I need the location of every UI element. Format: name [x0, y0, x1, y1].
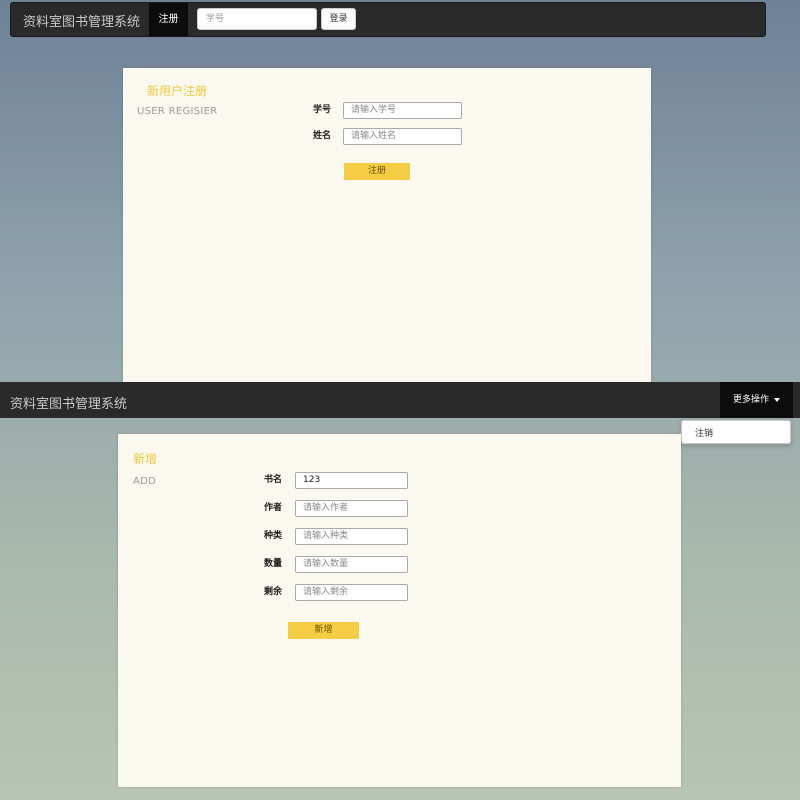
form-row-name: 姓名 请输入姓名: [123, 128, 651, 146]
author-field[interactable]: 请输入作者: [295, 500, 408, 517]
login-button[interactable]: 登录: [321, 8, 356, 30]
menu-item-logout[interactable]: 注销: [695, 426, 713, 439]
student-id-input[interactable]: 学号: [197, 8, 317, 30]
form-row-author: 作者 请输入作者: [118, 500, 681, 518]
quantity-field[interactable]: 请输入数量: [295, 556, 408, 573]
form-row-category: 种类 请输入种类: [118, 528, 681, 546]
field-label: 姓名: [312, 131, 331, 141]
register-screen: 资料室图书管理系统 注册 学号 登录 新用户注册 USER REGISIER 学…: [0, 0, 800, 382]
category-field[interactable]: 请输入种类: [295, 528, 408, 545]
dropdown-label: 更多操作: [732, 395, 769, 405]
form-row-quantity: 数量 请输入数量: [118, 556, 681, 574]
register-panel: 新用户注册 USER REGISIER 学号 请输入学号 姓名 请输入姓名 注册: [123, 68, 651, 382]
nav-tab-register[interactable]: 注册: [149, 3, 188, 36]
register-button[interactable]: 注册: [344, 163, 410, 180]
field-label: 书名: [263, 475, 282, 485]
dropdown-menu: 注销: [681, 420, 791, 444]
panel-title: 新用户注册: [147, 84, 208, 98]
field-label: 数量: [263, 559, 282, 569]
field-label: 种类: [263, 531, 282, 541]
top-navbar: 资料室图书管理系统 更多操作: [0, 382, 800, 418]
book-name-field[interactable]: 123: [295, 472, 408, 489]
more-actions-dropdown[interactable]: 更多操作: [720, 382, 793, 418]
app-brand[interactable]: 资料室图书管理系统: [10, 393, 127, 412]
add-book-screen: 资料室图书管理系统 更多操作 注销 新增 ADD 书名 123 作者 请输入作者…: [0, 382, 800, 800]
remaining-field[interactable]: 请输入剩余: [295, 584, 408, 601]
form-row-book-name: 书名 123: [118, 472, 681, 490]
field-label: 作者: [263, 503, 282, 513]
app-brand[interactable]: 资料室图书管理系统: [23, 11, 140, 30]
add-button[interactable]: 新增: [288, 622, 359, 639]
top-navbar: 资料室图书管理系统 注册 学号 登录: [10, 2, 766, 37]
student-id-field[interactable]: 请输入学号: [343, 102, 462, 119]
form-row-remaining: 剩余 请输入剩余: [118, 584, 681, 602]
form-row-student-id: 学号 请输入学号: [123, 102, 651, 120]
field-label: 剩余: [263, 587, 282, 597]
add-book-panel: 新增 ADD 书名 123 作者 请输入作者 种类 请输入种类 数量 请输入数量…: [118, 434, 681, 787]
field-label: 学号: [312, 105, 331, 115]
name-field[interactable]: 请输入姓名: [343, 128, 462, 145]
panel-title: 新增: [133, 452, 158, 466]
caret-down-icon: [774, 397, 780, 402]
